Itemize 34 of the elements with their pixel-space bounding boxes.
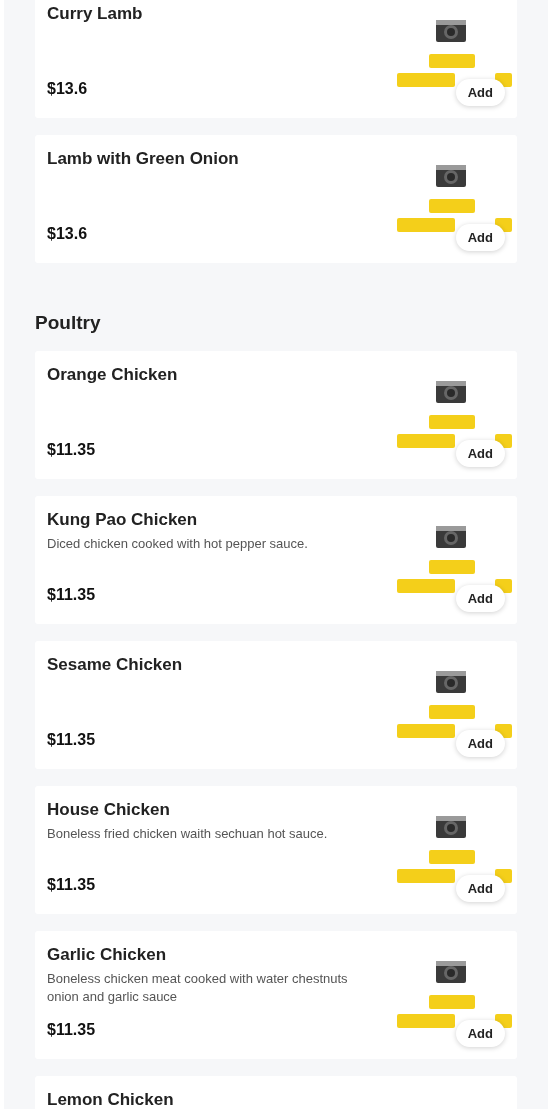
menu-item-card[interactable]: Sesame Chicken $11.35 Add [35, 641, 517, 769]
item-description: Boneless chicken meat cooked with water chestnuts onion and garlic sauce [47, 970, 349, 1006]
item-name: Sesame Chicken [47, 655, 184, 675]
menu-item-card[interactable]: Garlic Chicken Boneless chicken meat cooked with water chestnuts onion and garlic sauce $11.35 Add [35, 931, 517, 1059]
item-price: $11.35 [47, 876, 97, 895]
add-button[interactable]: Add [455, 440, 505, 467]
add-button[interactable]: Add [455, 585, 505, 612]
menu-item-card[interactable]: House Chicken Boneless fried chicken waith sechuan hot sauce. $11.35 Add [35, 786, 517, 914]
item-name: Garlic Chicken [47, 945, 168, 965]
item-price: $13.6 [47, 80, 89, 99]
item-description: Diced chicken cooked with hot pepper sauce. [47, 535, 309, 553]
menu-item-card[interactable]: Lamb with Green Onion $13.6 Add [35, 135, 517, 263]
item-name: Kung Pao Chicken [47, 510, 199, 530]
item-name: Curry Lamb [47, 4, 144, 24]
item-price: $11.35 [47, 586, 97, 605]
menu-item-card[interactable]: Kung Pao Chicken Diced chicken cooked with hot pepper sauce. $11.35 Add [35, 496, 517, 624]
item-name: Lamb with Green Onion [47, 149, 240, 169]
menu-item-card[interactable]: Orange Chicken $11.35 Add [35, 351, 517, 479]
section-title: Poultry [35, 312, 102, 334]
item-name: House Chicken [47, 800, 171, 820]
item-price: $11.35 [47, 1021, 97, 1040]
add-button[interactable]: Add [455, 1020, 505, 1047]
add-button[interactable]: Add [455, 224, 505, 251]
item-name: Lemon Chicken [47, 1090, 175, 1109]
add-button[interactable]: Add [455, 79, 505, 106]
item-price: $11.35 [47, 731, 97, 750]
menu-item-card[interactable]: Curry Lamb $13.6 Add [35, 0, 517, 118]
item-name: Orange Chicken [47, 365, 179, 385]
item-description: Boneless fried chicken waith sechuan hot sauce. [47, 825, 329, 843]
add-button[interactable]: Add [455, 730, 505, 757]
add-button[interactable]: Add [455, 875, 505, 902]
item-price: $13.6 [47, 225, 89, 244]
item-price: $11.35 [47, 441, 97, 460]
menu-item-card[interactable]: Lemon Chicken [35, 1076, 517, 1109]
